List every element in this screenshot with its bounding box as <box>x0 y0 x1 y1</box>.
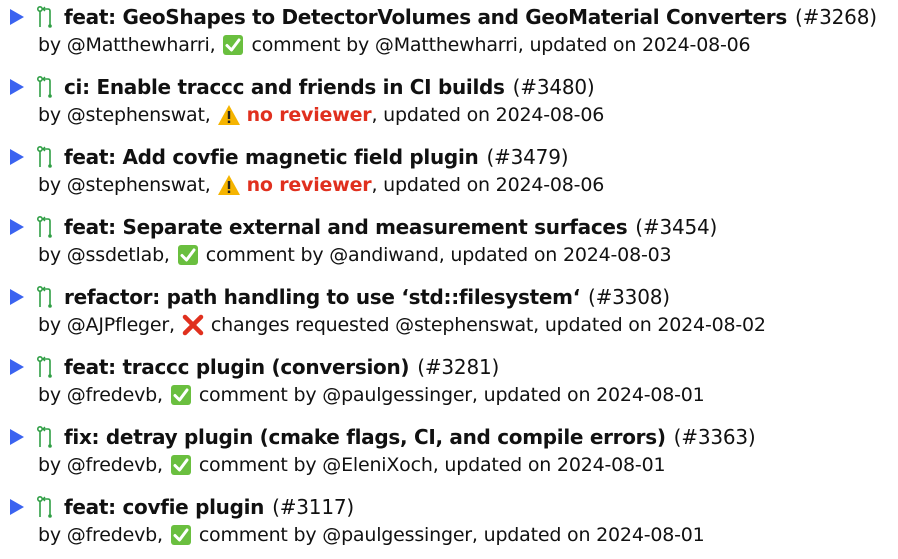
pr-title-line: fix: detray plugin (cmake flags, CI, and… <box>0 420 756 454</box>
pr-title-line: ci: Enable traccc and friends in CI buil… <box>0 70 595 104</box>
pull-request-item: feat: GeoShapes to DetectorVolumes and G… <box>0 0 898 62</box>
pr-title-line: refactor: path handling to use ‘std::fil… <box>0 280 670 314</box>
updated-date: , updated on 2024-08-06 <box>517 34 751 56</box>
pr-number: (#3363) <box>673 425 756 449</box>
expand-triangle-icon[interactable] <box>10 289 24 305</box>
pr-title[interactable]: feat: covfie plugin <box>64 495 264 519</box>
warning-icon <box>217 173 241 197</box>
pull-request-icon <box>36 76 54 98</box>
pr-number: (#3479) <box>486 145 569 169</box>
pr-title-line: feat: GeoShapes to DetectorVolumes and G… <box>0 0 877 34</box>
review-status: comment by @paulgessinger <box>198 524 472 546</box>
pr-title-line: feat: traccc plugin (conversion) (#3281) <box>0 350 499 384</box>
pr-author: by @stephenswat, <box>38 104 211 126</box>
pr-title[interactable]: refactor: path handling to use ‘std::fil… <box>64 285 580 309</box>
updated-date: , updated on 2024-08-03 <box>438 244 672 266</box>
review-status: comment by @paulgessinger <box>198 384 472 406</box>
pr-author: by @Matthewharri, <box>38 34 216 56</box>
pr-author: by @stephenswat, <box>38 174 211 196</box>
pr-title-line: feat: Add covfie magnetic field plugin (#… <box>0 140 569 174</box>
pr-meta-line: by @stephenswat, no reviewer, updated on … <box>38 170 604 200</box>
review-status: changes requested @stephenswat <box>210 314 534 336</box>
expand-triangle-icon[interactable] <box>10 9 24 25</box>
pr-meta-line: by @ssdetlab, comment by @andiwand, updat… <box>38 240 672 270</box>
pr-number: (#3308) <box>588 285 670 309</box>
check-icon <box>169 453 193 477</box>
pr-author: by @fredevb, <box>38 454 163 476</box>
review-status: no reviewer <box>246 174 372 196</box>
pr-meta-line: by @fredevb, comment by @paulgessinger, u… <box>38 380 705 410</box>
pr-title[interactable]: feat: Add covfie magnetic field plugin <box>64 145 479 169</box>
pr-meta-line: by @fredevb, comment by @paulgessinger, u… <box>38 520 705 550</box>
pull-request-icon <box>36 6 54 28</box>
pr-title[interactable]: ci: Enable traccc and friends in CI buil… <box>64 75 505 99</box>
pull-request-item: feat: traccc plugin (conversion) (#3281) b… <box>0 350 898 412</box>
expand-triangle-icon[interactable] <box>10 79 24 95</box>
pr-title[interactable]: feat: GeoShapes to DetectorVolumes and G… <box>64 5 787 29</box>
pr-number: (#3268) <box>794 5 877 29</box>
pull-request-item: fix: detray plugin (cmake flags, CI, and… <box>0 420 898 482</box>
expand-triangle-icon[interactable] <box>10 219 24 235</box>
pull-request-icon <box>36 426 54 448</box>
updated-date: , updated on 2024-08-02 <box>533 314 766 336</box>
pull-request-icon <box>36 356 54 378</box>
pr-title[interactable]: feat: traccc plugin (conversion) <box>64 355 410 379</box>
pr-title[interactable]: feat: Separate external and measurement … <box>64 215 628 239</box>
review-status: comment by @andiwand <box>205 244 439 266</box>
pr-meta-line: by @Matthewharri, comment by @Matthewharr… <box>38 30 751 60</box>
pull-request-item: feat: covfie plugin (#3117) by @fredevb, co… <box>0 490 898 552</box>
pr-number: (#3454) <box>635 215 718 239</box>
pull-request-icon <box>36 146 54 168</box>
pr-author: by @AJPfleger, <box>38 314 175 336</box>
pr-meta-line: by @stephenswat, no reviewer, updated on … <box>38 100 604 130</box>
pr-author: by @ssdetlab, <box>38 244 170 266</box>
check-icon <box>221 33 245 57</box>
check-icon <box>176 243 200 267</box>
pull-request-icon <box>36 286 54 308</box>
pr-title[interactable]: fix: detray plugin (cmake flags, CI, and… <box>64 425 666 449</box>
check-icon <box>169 383 193 407</box>
expand-triangle-icon[interactable] <box>10 359 24 375</box>
pr-title-line: feat: covfie plugin (#3117) <box>0 490 354 524</box>
check-icon <box>169 523 193 547</box>
review-status: comment by @Matthewharri <box>251 34 518 56</box>
pr-meta-line: by @AJPfleger, changes requested @stephen… <box>38 310 766 340</box>
updated-date: , updated on 2024-08-01 <box>471 524 705 546</box>
updated-date: , updated on 2024-08-06 <box>371 104 605 126</box>
pr-number: (#3117) <box>272 495 354 519</box>
pull-request-item: refactor: path handling to use ‘std::fil… <box>0 280 898 342</box>
cross-icon <box>181 313 205 337</box>
updated-date: , updated on 2024-08-01 <box>432 454 666 476</box>
expand-triangle-icon[interactable] <box>10 429 24 445</box>
pull-request-item: feat: Add covfie magnetic field plugin (#… <box>0 140 898 202</box>
pr-title-line: feat: Separate external and measurement … <box>0 210 717 244</box>
pull-request-item: ci: Enable traccc and friends in CI buil… <box>0 70 898 132</box>
pr-author: by @fredevb, <box>38 384 163 406</box>
expand-triangle-icon[interactable] <box>10 149 24 165</box>
pull-request-item: feat: Separate external and measurement … <box>0 210 898 272</box>
warning-icon <box>217 103 241 127</box>
pull-request-icon <box>36 216 54 238</box>
pr-number: (#3480) <box>512 75 595 99</box>
pr-meta-line: by @fredevb, comment by @EleniXoch, updat… <box>38 450 666 480</box>
pull-request-icon <box>36 496 54 518</box>
pr-author: by @fredevb, <box>38 524 163 546</box>
updated-date: , updated on 2024-08-06 <box>371 174 605 196</box>
pr-number: (#3281) <box>417 355 500 379</box>
updated-date: , updated on 2024-08-01 <box>471 384 705 406</box>
review-status: comment by @EleniXoch <box>198 454 433 476</box>
expand-triangle-icon[interactable] <box>10 499 24 515</box>
pull-request-list: feat: GeoShapes to DetectorVolumes and G… <box>0 0 898 559</box>
review-status: no reviewer <box>246 104 372 126</box>
